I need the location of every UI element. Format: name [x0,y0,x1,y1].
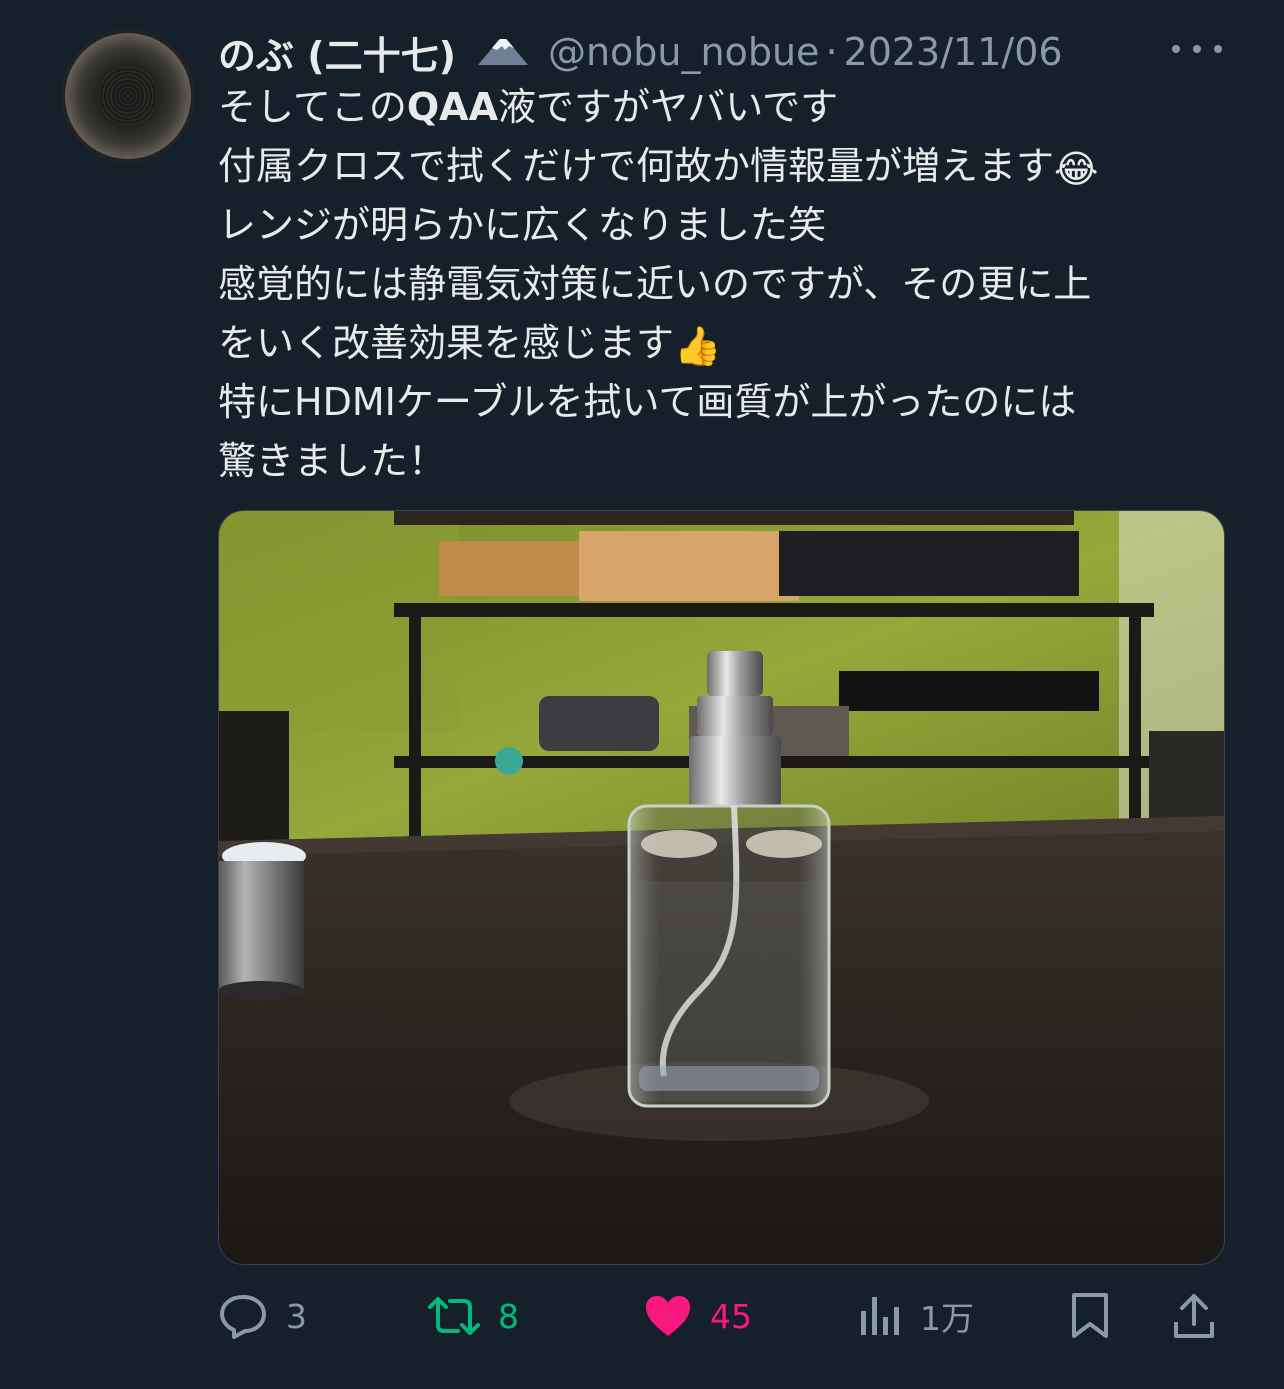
text-segment: をいく改善効果を感じます [218,321,675,365]
more-options-icon[interactable] [1172,34,1222,64]
tweet-date[interactable]: 2023/11/06 [844,30,1063,74]
author-handle[interactable]: @nobu_nobue [548,30,819,74]
reply-icon [218,1293,268,1339]
share-icon [1172,1292,1216,1340]
retweet-count: 8 [498,1296,519,1336]
like-count: 45 [710,1296,752,1336]
reply-count: 3 [286,1296,307,1336]
text-bold-segment: QAA [406,85,498,129]
mount-fuji-icon [476,37,530,67]
like-button[interactable]: 45 [644,1288,752,1344]
bookmark-icon [1070,1292,1110,1340]
tweet-text: そしてこのQAA液ですがヤバいです 付属クロスで拭くだけで何故か情報量が増えます… [218,78,1218,491]
text-segment: 液ですがヤバいです [498,85,839,129]
text-segment: 付属クロスで拭くだけで何故か情報量が増えます [218,144,1055,188]
text-segment: 感覚的には静電気対策に近いのですが、その更に上 [218,262,1092,306]
tweet-text-line: 感覚的には静電気対策に近いのですが、その更に上 [218,255,1218,314]
tweet-text-line: 特にHDMIケーブルを拭いて画質が上がったのには [218,373,1218,432]
views-count: 1万 [920,1299,974,1338]
share-button[interactable] [1172,1288,1216,1344]
text-segment: 特にHDMIケーブルを拭いて画質が上がったのには [218,380,1077,424]
tweet-text-line: 付属クロスで拭くだけで何故か情報量が増えます😂 [218,137,1218,196]
tweet-photo[interactable] [218,510,1225,1265]
tweet-text-line: レンジが明らかに広くなりました笑 [218,196,1218,255]
separator-dot: · [825,30,838,74]
bookmark-button[interactable] [1070,1288,1110,1344]
author-avatar[interactable] [62,30,194,162]
tweet-header: のぶ (二十七) @nobu_nobue · 2023/11/06 [218,24,1063,80]
retweet-icon [428,1293,480,1339]
tweet-text-line: そしてこのQAA液ですがヤバいです [218,78,1218,137]
reply-button[interactable]: 3 [218,1288,307,1344]
thumbs-up-emoji-icon: 👍 [674,323,722,368]
tweet-text-line: をいく改善効果を感じます👍 [218,314,1218,373]
text-segment: 驚きました！ [218,439,447,483]
text-segment: そしてこの [218,85,407,129]
retweet-button[interactable]: 8 [428,1288,519,1344]
tweet-text-line: 驚きました！ [218,432,1218,491]
tweet-actions-bar: 3 8 45 1万 [0,1288,1284,1344]
heart-icon [644,1294,692,1338]
author-name[interactable]: のぶ (二十七) [218,25,456,80]
views-chart-icon [858,1293,902,1339]
laughing-crying-emoji-icon: 😂 [1054,146,1099,191]
views-button[interactable]: 1万 [858,1288,974,1344]
text-segment: レンジが明らかに広くなりました笑 [218,203,827,247]
